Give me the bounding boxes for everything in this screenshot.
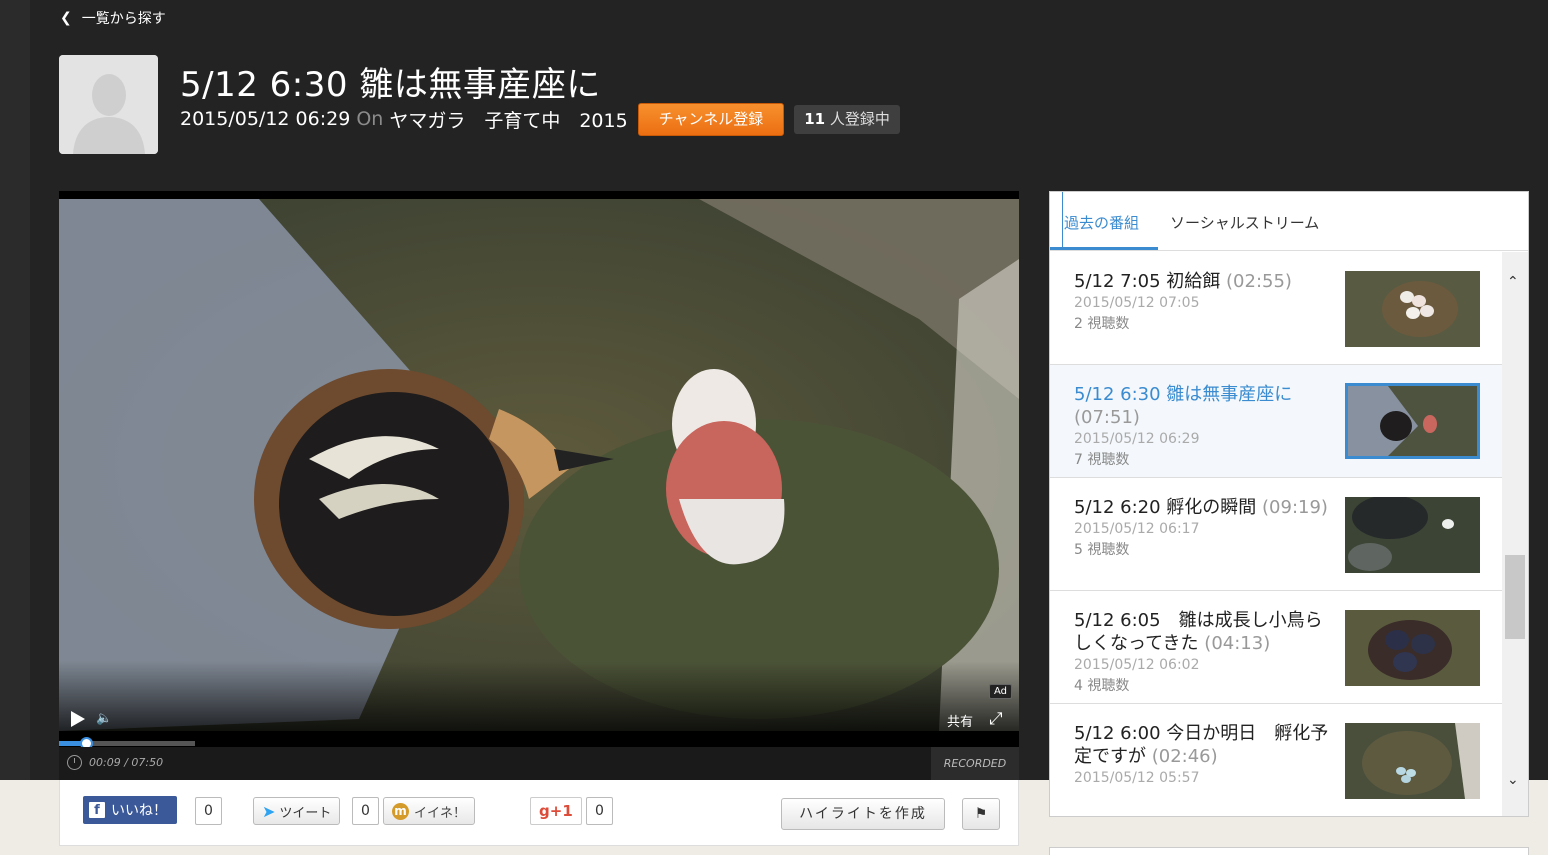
video-player[interactable]: Ad 🔈 共有 ⤢ 00:09 / 07:50 RECORDED LIVE: [59, 191, 1019, 803]
back-link-label: 一覧から探す: [81, 11, 166, 27]
twitter-bird-icon: ➤: [262, 801, 276, 821]
ad-badge: Ad: [989, 684, 1013, 699]
item-title: 5/12 6:20 孵化の瞬間: [1074, 497, 1257, 518]
user-silhouette-icon: [59, 55, 158, 154]
video-frame[interactable]: [59, 199, 1019, 731]
controls-gradient: [59, 661, 1019, 731]
broadcast-meta: 2015/05/12 06:29 On ヤマガラ 子育て中 2015 チャンネル…: [180, 102, 900, 136]
channel-avatar[interactable]: [59, 55, 158, 154]
item-thumbnail[interactable]: [1345, 383, 1480, 459]
thumbnail-image: [1345, 610, 1480, 686]
thumbnail-image: [1348, 386, 1477, 456]
subscriber-count-badge: 11 人登録中: [794, 104, 900, 134]
tab-past-programs[interactable]: 過去の番組: [1064, 212, 1139, 243]
facebook-icon: f: [89, 802, 105, 818]
thumbnail-image: [1345, 271, 1480, 347]
tab-active-marker: [1062, 192, 1063, 250]
channel-name-link[interactable]: ヤマガラ 子育て中 2015: [389, 106, 627, 133]
on-label: On: [356, 108, 384, 130]
thumbnail-image: [1345, 723, 1480, 799]
video-still-image: [59, 199, 1019, 731]
tweet-button[interactable]: ➤ ツイート: [253, 797, 341, 825]
item-views: 2 視聴数: [1074, 316, 1130, 332]
item-title: 5/12 7:05 初給餌: [1074, 271, 1221, 292]
mixi-icon: m: [392, 802, 409, 820]
broadcast-datetime: 2015/05/12 06:29: [180, 108, 351, 130]
item-thumbnail[interactable]: [1345, 271, 1480, 347]
subscribe-button[interactable]: チャンネル登録: [637, 102, 785, 136]
clock-icon: [67, 755, 82, 770]
back-link[interactable]: ❮ 一覧から探す: [60, 8, 166, 28]
past-programs-list: 5/12 7:05 初給餌 (02:55) 2015/05/12 07:05 2…: [1050, 252, 1502, 816]
scroll-down-chevron-icon[interactable]: ⌄: [1507, 772, 1519, 788]
tab-social-stream[interactable]: ソーシャルストリーム: [1170, 212, 1319, 243]
item-views: 4 視聴数: [1074, 678, 1130, 694]
google-plus-one-count: 0: [586, 797, 613, 825]
item-date: 2015/05/12 06:17: [1074, 521, 1200, 537]
tab-active-underline: [1050, 247, 1158, 250]
list-item[interactable]: 5/12 7:05 初給餌 (02:55) 2015/05/12 07:05 2…: [1050, 252, 1502, 365]
scroll-up-chevron-icon[interactable]: ⌃: [1507, 274, 1519, 290]
sidebar-scrollbar[interactable]: ⌃ ⌄: [1502, 252, 1528, 816]
subscriber-count-suffix: 人登録中: [829, 109, 890, 128]
flag-icon[interactable]: ⚑: [962, 798, 1000, 830]
tweet-count: 0: [352, 797, 379, 825]
list-item-text: 5/12 6:30 雛は無事産座に (07:51) 2015/05/12 06:2…: [1074, 383, 1334, 469]
item-title: 5/12 6:30 雛は無事産座に: [1074, 384, 1293, 405]
fullscreen-icon[interactable]: ⤢: [989, 709, 1003, 729]
left-strip: [0, 0, 30, 780]
list-item-text: 5/12 7:05 初給餌 (02:55) 2015/05/12 07:05 2…: [1074, 270, 1334, 333]
time-row: 00:09 / 07:50 RECORDED LIVE: [59, 747, 1019, 803]
google-plus-one-button[interactable]: g+1: [530, 797, 582, 825]
facebook-like-count: 0: [195, 797, 222, 825]
item-duration: (04:13): [1204, 633, 1271, 654]
mixi-iine-label: イイネ！: [414, 805, 467, 821]
mixi-iine-button[interactable]: m イイネ！: [383, 797, 476, 825]
list-item[interactable]: 5/12 6:00 今日か明日 孵化予定ですが (02:46) 2015/05/…: [1050, 704, 1502, 816]
item-date: 2015/05/12 05:57: [1074, 770, 1200, 786]
item-thumbnail[interactable]: [1345, 723, 1480, 799]
play-icon[interactable]: [71, 711, 85, 727]
item-duration: (02:55): [1226, 271, 1292, 292]
scrollbar-thumb[interactable]: [1505, 555, 1525, 639]
subscriber-count: 11: [804, 109, 826, 128]
social-bar: f いいね！ 0 ➤ ツイート 0 m イイネ！ g+1 0 ハイライトを作成 …: [59, 780, 1019, 846]
sidebar-tabs: 過去の番組 ソーシャルストリーム: [1050, 192, 1528, 251]
item-title: 5/12 6:05 雛は成長し小鳥らしくなってきた: [1074, 610, 1323, 654]
google-g-icon: g: [539, 802, 550, 820]
facebook-like-label: いいね！: [111, 803, 167, 819]
list-item-text: 5/12 6:00 今日か明日 孵化予定ですが (02:46) 2015/05/…: [1074, 722, 1334, 786]
list-item[interactable]: 5/12 6:05 雛は成長し小鳥らしくなってきた (04:13) 2015/0…: [1050, 591, 1502, 704]
volume-icon[interactable]: 🔈: [96, 711, 112, 726]
sidebar-panel: 過去の番組 ソーシャルストリーム 5/12 7:05 初給餌 (02:55) 2…: [1049, 191, 1529, 817]
item-duration: (02:46): [1151, 746, 1218, 767]
list-item[interactable]: 5/12 6:30 雛は無事産座に (07:51) 2015/05/12 06:2…: [1050, 365, 1502, 478]
google-plus-one-label: +1: [549, 802, 573, 820]
facebook-like-button[interactable]: f いいね！: [83, 796, 177, 824]
progress-bar[interactable]: [59, 737, 195, 750]
item-date: 2015/05/12 07:05: [1074, 295, 1200, 311]
playback-time: 00:09 / 07:50: [89, 756, 164, 769]
list-item-text: 5/12 6:05 雛は成長し小鳥らしくなってきた (04:13) 2015/0…: [1074, 609, 1334, 695]
page-title: 5/12 6:30 雛は無事産座に: [180, 65, 601, 105]
recorded-live-label: RECORDED LIVE: [931, 747, 1019, 803]
item-views: 5 視聴数: [1074, 542, 1130, 558]
item-thumbnail[interactable]: [1345, 497, 1480, 573]
chevron-left-icon: ❮: [60, 10, 72, 26]
item-thumbnail[interactable]: [1345, 610, 1480, 686]
item-duration: (07:51): [1074, 407, 1140, 428]
item-date: 2015/05/12 06:29: [1074, 431, 1200, 447]
thumbnail-image: [1345, 497, 1480, 573]
list-item-text: 5/12 6:20 孵化の瞬間 (09:19) 2015/05/12 06:17…: [1074, 496, 1334, 559]
item-duration: (09:19): [1262, 497, 1328, 518]
lower-panel-edge: [1049, 847, 1529, 855]
share-button[interactable]: 共有: [947, 711, 973, 730]
create-highlight-button[interactable]: ハイライトを作成: [781, 798, 945, 830]
list-item[interactable]: 5/12 6:20 孵化の瞬間 (09:19) 2015/05/12 06:17…: [1050, 478, 1502, 591]
item-views: 7 視聴数: [1074, 452, 1130, 468]
item-date: 2015/05/12 06:02: [1074, 657, 1200, 673]
tweet-label: ツイート: [279, 805, 332, 821]
